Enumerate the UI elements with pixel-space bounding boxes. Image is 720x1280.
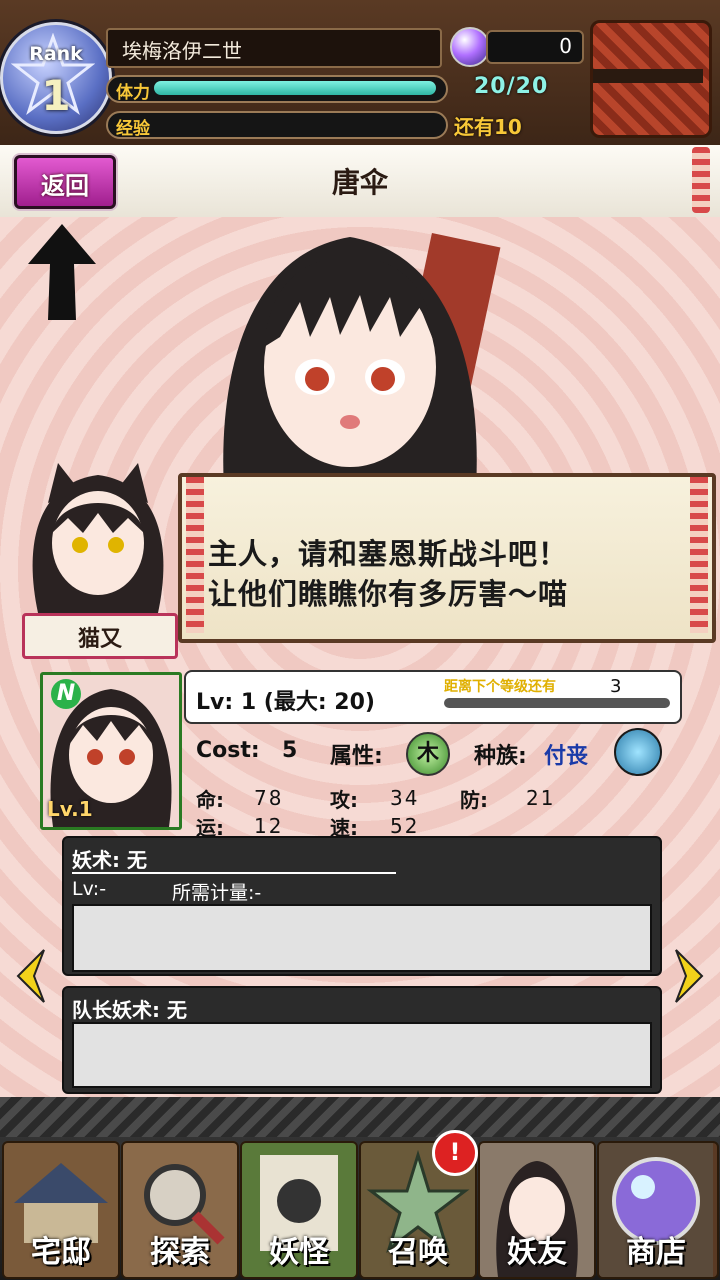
stamina-fill xyxy=(154,81,436,95)
gift-box-icon[interactable] xyxy=(590,20,712,138)
card-level: Lv.1 xyxy=(47,797,93,821)
prev-arrow-icon[interactable] xyxy=(16,948,46,1004)
skill-level: Lv:- xyxy=(72,878,107,900)
scroll-end-decoration xyxy=(692,147,710,213)
stat-atk-label: 攻: xyxy=(330,788,358,812)
exp-label: 经验 xyxy=(116,119,150,139)
menu-friends[interactable]: 妖友 xyxy=(478,1141,596,1279)
menu-explore[interactable]: 探索 xyxy=(121,1141,239,1279)
menu-label: 妖友 xyxy=(507,1235,567,1270)
skill-title: 妖术: 无 xyxy=(72,848,147,872)
next-level-label: 距离下个等级还有 xyxy=(444,679,556,695)
crystal-count: 0 xyxy=(559,34,572,58)
stat-def-label: 防: xyxy=(460,788,488,812)
skill-panel: 妖术: 无 Lv:- 所需计量:- xyxy=(62,836,662,976)
alert-badge: ! xyxy=(432,1130,478,1176)
level-panel: Lv: 1 (最大: 20) 距离下个等级还有 3 xyxy=(184,670,682,724)
crystal-counter: 0 xyxy=(486,30,584,64)
menu-label: 探索 xyxy=(150,1235,210,1270)
exp-remaining: 还有10 xyxy=(454,115,522,139)
page-title: 唐伞 xyxy=(331,166,388,199)
next-arrow-icon[interactable] xyxy=(674,948,704,1004)
menu-mansion[interactable]: 宅邸 xyxy=(2,1141,120,1279)
status-hud: Rank 1 埃梅洛伊二世 0 体力 20/20 经验 还有10 xyxy=(0,0,720,148)
rarity-badge: N xyxy=(51,679,81,709)
stamina-value: 20/20 xyxy=(474,74,549,99)
rank-star-icon[interactable]: Rank 1 xyxy=(0,22,112,134)
menu-label: 宅邸 xyxy=(31,1235,91,1270)
menu-label: 妖怪 xyxy=(269,1235,329,1270)
orb-icon[interactable] xyxy=(450,27,490,67)
speaker-name: 猫又 xyxy=(77,627,122,652)
leader-skill-panel: 队长妖术: 无 xyxy=(62,986,662,1094)
stamina-label: 体力 xyxy=(116,83,150,103)
cost-label: Cost: xyxy=(196,738,260,763)
stat-luck-value: 12 xyxy=(254,814,284,838)
next-level-bar xyxy=(444,698,670,708)
player-name-box: 埃梅洛伊二世 xyxy=(106,28,442,68)
leader-skill-description xyxy=(72,1022,652,1088)
race-label: 种族: xyxy=(474,744,527,769)
stat-spd-value: 52 xyxy=(390,814,420,838)
gift-strap xyxy=(593,69,703,83)
skill-gauge: 所需计量:- xyxy=(172,882,262,904)
dialog-line: 主人，请和塞恩斯战斗吧！ xyxy=(208,537,569,571)
speaker-portrait xyxy=(32,463,164,613)
stat-def-value: 21 xyxy=(526,786,556,810)
dialog-box: 主人，请和塞恩斯战斗吧！ 让他们瞧瞧你有多厉害～喵 xyxy=(178,473,716,643)
player-name: 埃梅洛伊二世 xyxy=(122,39,242,63)
stat-hp-value: 78 xyxy=(254,786,284,810)
exp-bar: 经验 xyxy=(106,111,448,139)
level-text: Lv: 1 (最大: 20) xyxy=(196,690,375,715)
rank-value: 1 xyxy=(41,71,71,120)
race-icon xyxy=(614,728,662,776)
menu-trim xyxy=(0,1097,720,1137)
stat-atk-value: 34 xyxy=(390,786,420,810)
leader-skill-title: 队长妖术: 无 xyxy=(72,998,187,1022)
dialog-window[interactable]: 主人，请和塞恩斯战斗吧！ 让他们瞧瞧你有多厉害～喵 猫又 xyxy=(8,463,716,659)
menu-label: 商店 xyxy=(626,1235,686,1270)
card-thumbnail[interactable]: N Lv.1 xyxy=(40,672,182,830)
scroll-end-decoration xyxy=(186,477,204,633)
title-bar: 返回 唐伞 xyxy=(0,145,720,220)
dialog-line: 让他们瞧瞧你有多厉害～喵 xyxy=(208,577,569,611)
cost-value: 5 xyxy=(282,738,298,763)
divider xyxy=(72,872,396,874)
up-arrow-icon xyxy=(28,224,96,320)
speaker-namebox: 猫又 xyxy=(22,613,178,659)
rank-label: Rank xyxy=(29,43,83,65)
menu-label: 召唤 xyxy=(388,1235,448,1270)
stat-hp-label: 命: xyxy=(196,788,224,812)
bottom-menu: 宅邸 探索 妖怪 召唤 妖友 商店 xyxy=(0,1097,720,1280)
next-level-value: 3 xyxy=(610,676,622,697)
race-value: 付丧 xyxy=(544,744,589,769)
menu-shop[interactable]: 商店 xyxy=(597,1141,719,1279)
stamina-bar: 体力 xyxy=(106,75,448,103)
wood-attribute-icon: 木 xyxy=(406,732,450,776)
attribute-label: 属性: xyxy=(330,744,383,769)
scroll-end-decoration xyxy=(690,477,708,633)
skill-description xyxy=(72,904,652,972)
menu-yokai[interactable]: 妖怪 xyxy=(240,1141,358,1279)
